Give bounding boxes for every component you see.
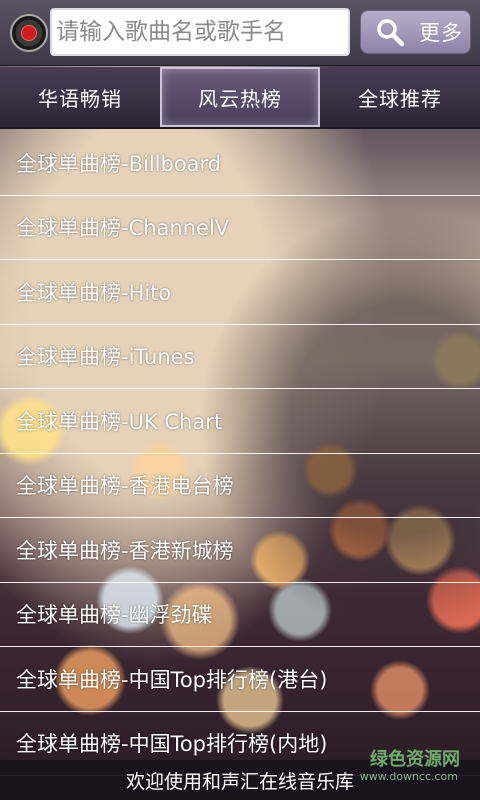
list-item[interactable]: 全球单曲榜-香港新城榜 [0,518,480,583]
search-bar: 更多 [0,0,480,66]
list-item[interactable]: 全球单曲榜-幽浮劲碟 [0,583,480,647]
list-item[interactable]: 全球单曲榜-iTunes [0,325,480,389]
list-item[interactable]: 全球单曲榜-中国Top排行榜(港台) [0,647,480,712]
tab-chinese-bestseller[interactable]: 华语畅销 [0,67,160,127]
footer-text: 欢迎使用和声汇在线音乐库 [125,770,354,793]
tab-bar: 华语畅销 风云热榜 全球推荐 [0,67,480,129]
list-item[interactable]: 全球单曲榜-香港电台榜 [0,454,480,518]
watermark-url: www.downcc.com [359,770,458,783]
tab-global-recommend[interactable]: 全球推荐 [320,67,480,127]
search-button[interactable]: 更多 [360,10,471,54]
list-item[interactable]: 全球单曲榜-UK Chart [0,389,480,454]
tab-hot-charts[interactable]: 风云热榜 [160,67,320,127]
list-item[interactable]: 全球单曲榜-Billboard [0,131,480,196]
record-dot [21,25,37,41]
search-input[interactable] [50,8,350,56]
list-item[interactable]: 全球单曲榜-Hito [0,260,480,325]
list-item[interactable]: 全球单曲榜-ChannelV [0,196,480,260]
search-icon [375,17,405,47]
search-button-label: 更多 [419,21,463,45]
record-icon[interactable] [10,14,48,52]
watermark: 绿色资源网 [370,749,460,770]
chart-list: 全球单曲榜-Billboard 全球单曲榜-ChannelV 全球单曲榜-Hit… [0,131,480,776]
